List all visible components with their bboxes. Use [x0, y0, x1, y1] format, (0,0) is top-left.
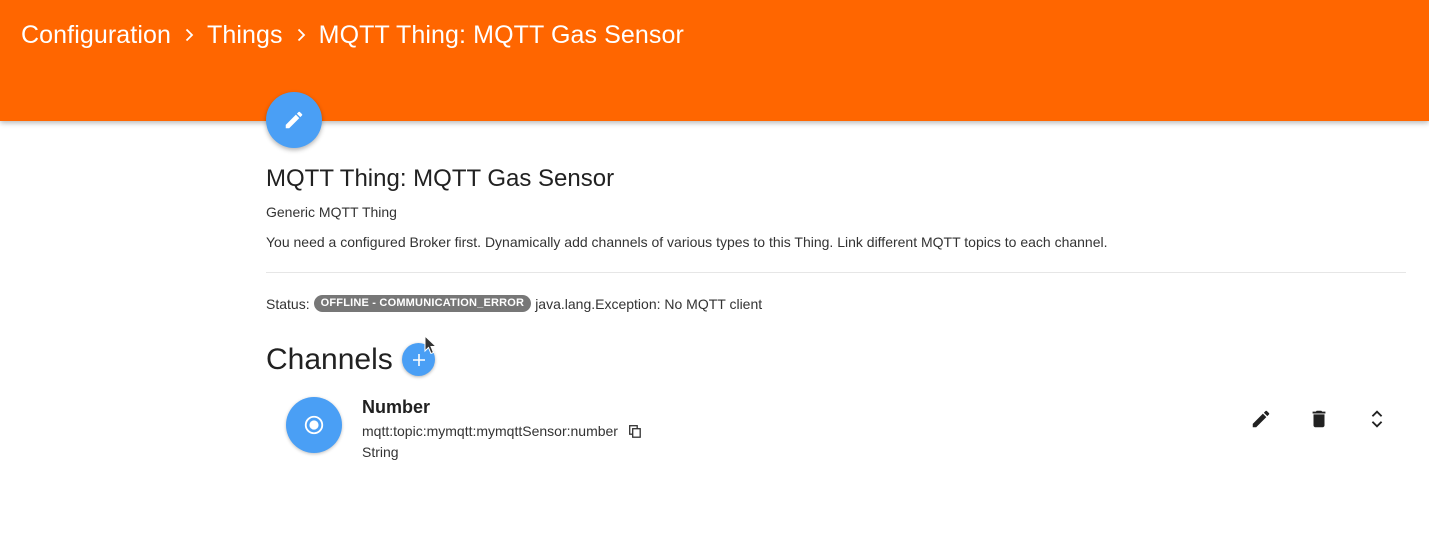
breadcrumb-current-thing: MQTT Thing: MQTT Gas Sensor	[318, 20, 684, 49]
channels-heading: Channels	[266, 343, 393, 376]
chevron-right-icon	[283, 28, 319, 42]
expand-channel-button[interactable]	[1365, 407, 1389, 431]
delete-icon	[1308, 408, 1330, 430]
edit-thing-button[interactable]	[266, 92, 322, 148]
delete-channel-button[interactable]	[1307, 407, 1331, 431]
status-label: Status:	[266, 295, 310, 312]
channel-uid: mqtt:topic:mymqtt:mymqttSensor:number	[362, 423, 618, 439]
channel-list-item[interactable]: Number mqtt:topic:mymqtt:mymqttSensor:nu…	[286, 394, 1406, 464]
pencil-icon	[283, 109, 305, 131]
thing-type-label: Generic MQTT Thing	[266, 204, 397, 220]
status-detail: java.lang.Exception: No MQTT client	[535, 295, 763, 312]
thing-description: You need a configured Broker first. Dyna…	[266, 234, 1108, 250]
breadcrumb: Configuration Things MQTT Thing: MQTT Ga…	[21, 19, 684, 51]
chevron-right-icon	[171, 28, 207, 42]
channel-item-type: String	[362, 444, 399, 460]
breadcrumb-things[interactable]: Things	[207, 21, 283, 50]
edit-icon	[1250, 408, 1272, 430]
channel-avatar	[286, 397, 342, 453]
channel-uid-row: mqtt:topic:mymqtt:mymqttSensor:number	[362, 423, 641, 439]
divider	[266, 272, 1406, 273]
mouse-cursor-icon	[424, 335, 438, 355]
app-header: Configuration Things MQTT Thing: MQTT Ga…	[0, 0, 1429, 121]
radio-button-icon	[303, 414, 325, 436]
channel-name: Number	[362, 397, 431, 417]
breadcrumb-configuration[interactable]: Configuration	[21, 21, 171, 50]
status-badge: OFFLINE - COMMUNICATION_ERROR	[313, 295, 532, 312]
thing-title: MQTT Thing: MQTT Gas Sensor	[266, 165, 615, 192]
expand-icon	[1366, 408, 1388, 430]
status-row: Status: OFFLINE - COMMUNICATION_ERROR ja…	[266, 295, 762, 312]
edit-channel-button[interactable]	[1249, 407, 1273, 431]
copy-icon[interactable]	[629, 424, 641, 438]
